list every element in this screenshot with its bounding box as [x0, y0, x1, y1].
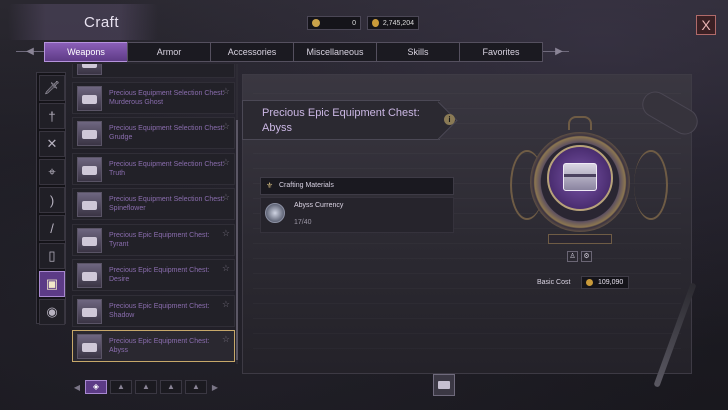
chest-thumbnail-icon: [77, 263, 102, 288]
list-item[interactable]: Precious Epic Equipment Chest: Desire ☆: [72, 259, 235, 291]
feather-count: 0: [352, 19, 356, 27]
item-name: Precious Equipment Selection Chest: Trut…: [109, 160, 225, 177]
chest-thumbnail-icon: [77, 227, 102, 253]
item-name: Precious Epic Equipment Chest: Abyss: [109, 338, 210, 354]
person-icon[interactable]: ♙: [567, 251, 578, 262]
tab-bar: ◀ Weapons Armor Accessories Miscellaneous Sk…: [16, 41, 569, 63]
item-list: Pistols☆ Precious Equipment Selection Che…: [72, 64, 235, 370]
spellbook-icon[interactable]: ▯: [39, 243, 65, 269]
grade-filter-bar: ◀ ◈ ▲ ▲ ▲ ▲ ▶: [72, 379, 230, 395]
crossbow-icon[interactable]: ⌖: [39, 159, 65, 185]
list-item[interactable]: Precious Equipment Selection Chest: Trut…: [72, 152, 235, 185]
item-name: Precious Equipment Selection Chest: Murd…: [109, 89, 225, 106]
tab-weapons[interactable]: Weapons: [44, 42, 128, 62]
feather-icon: [312, 19, 320, 27]
gold-count: 2,745,204: [382, 19, 414, 27]
bow-icon[interactable]: ): [39, 187, 65, 213]
gold-currency: 2,745,204: [367, 16, 419, 30]
material-count: 17/40: [294, 219, 312, 226]
filter-prev-icon[interactable]: ◀: [72, 383, 82, 392]
chest-thumbnail-icon: [77, 298, 102, 324]
sword-icon[interactable]: †: [39, 103, 65, 129]
grade-filter-0[interactable]: ◈: [85, 380, 107, 394]
tabs: Weapons Armor Accessories Miscellaneous Skil…: [44, 42, 543, 62]
list-item[interactable]: Precious Epic Equipment Chest: Tyrant ☆: [72, 223, 235, 256]
pouch-icon[interactable]: ◉: [39, 299, 65, 325]
crafting-materials-header: ⚜ Crafting Materials: [260, 177, 454, 195]
info-icon[interactable]: i: [444, 114, 455, 125]
favorite-star-icon[interactable]: ☆: [222, 157, 230, 168]
material-slot[interactable]: [260, 197, 454, 233]
tab-prev-icon[interactable]: ◀: [22, 44, 38, 60]
title-plate: [8, 4, 158, 40]
crossed-blades-icon[interactable]: ✕: [39, 131, 65, 157]
chest-thumbnail-icon: [77, 156, 102, 182]
favorite-star-icon[interactable]: ☆: [222, 86, 230, 97]
list-item[interactable]: Precious Equipment Selection Chest: Murd…: [72, 81, 235, 114]
list-item[interactable]: Pistols☆: [72, 64, 235, 78]
tab-skills[interactable]: Skills: [376, 42, 460, 62]
feather-currency: 0: [307, 16, 361, 30]
list-item[interactable]: Precious Epic Equipment Chest: Abyss ☆: [72, 330, 235, 362]
craft-button[interactable]: [433, 374, 455, 396]
list-item[interactable]: Precious Equipment Selection Chest: Grud…: [72, 117, 235, 149]
emblem-crown: [568, 116, 592, 130]
dagger-icon[interactable]: 🗡: [39, 75, 65, 101]
grade-filter-4[interactable]: ▲: [185, 380, 207, 394]
chest-icon: [563, 163, 597, 191]
emblem-small-icons: ♙ ⚙: [567, 251, 592, 262]
favorite-star-icon[interactable]: ☆: [222, 334, 230, 345]
abyss-currency-icon: [265, 203, 285, 223]
tab-miscellaneous[interactable]: Miscellaneous: [293, 42, 377, 62]
currency-bar: 0 2,745,204: [307, 16, 419, 30]
page-title: Craft: [84, 14, 120, 31]
emblem-wing-right: [634, 150, 668, 220]
material-name: Abyss Currency: [294, 202, 344, 209]
chest-thumbnail-icon: [77, 85, 102, 111]
close-button[interactable]: X: [696, 15, 716, 35]
chest-thumbnail-icon: [77, 121, 102, 146]
gold-coin-icon: [586, 279, 593, 286]
favorite-star-icon[interactable]: ☆: [222, 263, 230, 274]
favorite-star-icon[interactable]: ☆: [222, 192, 230, 203]
item-name: Precious Equipment Selection Chest: Grud…: [109, 125, 225, 141]
favorite-star-icon[interactable]: ☆: [222, 228, 230, 239]
chest-thumbnail-icon: [77, 334, 102, 359]
staff-icon[interactable]: /: [39, 215, 65, 241]
chest-icon[interactable]: ▣: [39, 271, 65, 297]
list-scrollbar-thumb[interactable]: [236, 120, 238, 360]
basic-cost-value: 109,090: [598, 279, 624, 286]
grade-filter-2[interactable]: ▲: [135, 380, 157, 394]
crafting-materials-label: Crafting Materials: [279, 182, 334, 189]
basic-cost-box: 109,090: [581, 276, 629, 289]
basic-cost-label: Basic Cost: [537, 279, 571, 286]
tab-armor[interactable]: Armor: [127, 42, 211, 62]
item-name: Precious Epic Equipment Chest: Tyrant: [109, 231, 210, 248]
item-name: Precious Equipment Selection Chest: Spin…: [109, 196, 225, 212]
tab-next-icon[interactable]: ▶: [551, 44, 567, 60]
chest-thumbnail-icon: [77, 192, 102, 217]
category-column: 🗡 † ✕ ⌖) / ▯ ▣ ◉: [36, 72, 66, 325]
item-name: Precious Epic Equipment Chest: Shadow: [109, 302, 210, 319]
favorite-star-icon[interactable]: ☆: [222, 121, 230, 132]
list-item[interactable]: Precious Equipment Selection Chest: Spin…: [72, 188, 235, 220]
grade-filter-1[interactable]: ▲: [110, 380, 132, 394]
item-name: Precious Epic Equipment Chest: Desire: [109, 267, 210, 283]
gear-icon[interactable]: ⚙: [581, 251, 592, 262]
fleur-icon: ⚜: [266, 181, 274, 190]
chest-thumbnail-icon: [77, 64, 102, 75]
list-item[interactable]: Precious Epic Equipment Chest: Shadow ☆: [72, 294, 235, 327]
gold-coin-icon: [372, 19, 379, 27]
favorite-star-icon[interactable]: ☆: [222, 299, 230, 310]
grade-filter-3[interactable]: ▲: [160, 380, 182, 394]
tab-accessories[interactable]: Accessories: [210, 42, 294, 62]
detail-title: Precious Epic Equipment Chest: Abyss: [262, 107, 420, 134]
emblem-base: [548, 234, 612, 244]
tab-favorites[interactable]: Favorites: [459, 42, 543, 62]
filter-next-icon[interactable]: ▶: [210, 383, 220, 392]
